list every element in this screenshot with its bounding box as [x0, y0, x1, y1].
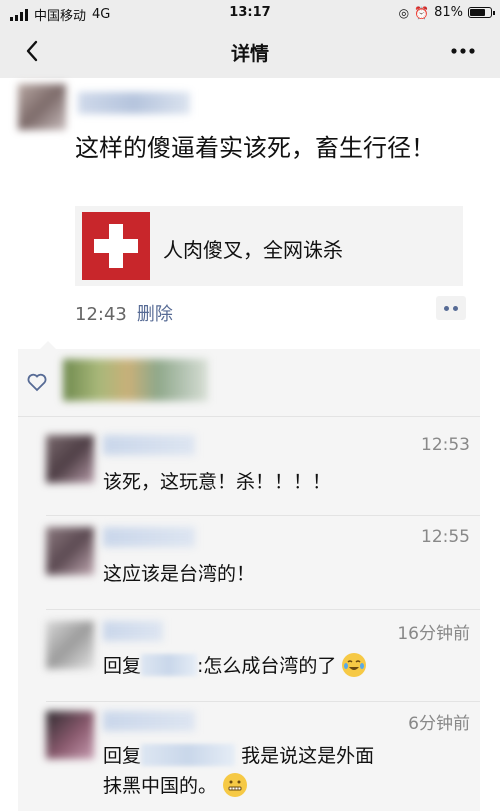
alarm-icon: ⏰ — [414, 5, 430, 20]
nav-bar: 详情 — [0, 26, 500, 78]
liker-avatars[interactable] — [63, 359, 208, 401]
likes-row — [18, 349, 480, 417]
commenter-name[interactable] — [103, 527, 195, 547]
zipper-mouth-emoji-icon — [223, 773, 248, 797]
battery-icon — [468, 7, 495, 18]
post-time: 12:43 — [75, 304, 127, 325]
reply-text: :怎么成台湾的了 — [197, 655, 337, 677]
comment-item[interactable]: 12:53 该死，这玩意！杀！！！！ — [18, 429, 480, 515]
reply-text-continued: 抹黑中国的。 — [103, 775, 218, 797]
comment-text: 该死，这玩意！杀！！！！ — [103, 471, 332, 493]
reply-prefix: 回复 — [103, 745, 142, 767]
commenter-name[interactable] — [103, 711, 195, 731]
status-bar: 中国移动 4G 13:17 ◎ ⏰ 81% — [0, 0, 500, 26]
comment-text: 回复 :怎么成台湾的了 — [103, 651, 367, 681]
comment-text: 回复 我是说这是外面 抹黑中国的。 — [103, 741, 473, 801]
post-text: 这样的傻逼着实该死，畜生行径！ — [75, 134, 435, 162]
heart-icon — [27, 373, 47, 392]
author-name[interactable] — [78, 92, 190, 114]
commenter-name[interactable] — [103, 435, 195, 455]
shared-link-card[interactable]: 人肉傻叉，全网诛杀 — [75, 206, 463, 286]
comment-time: 16分钟前 — [397, 624, 470, 644]
comment-divider — [46, 515, 480, 516]
delete-button[interactable]: 删除 — [137, 304, 173, 325]
comment-divider — [46, 701, 480, 702]
link-title: 人肉傻叉，全网诛杀 — [163, 238, 343, 262]
commenter-avatar[interactable] — [46, 527, 94, 575]
commenter-avatar[interactable] — [46, 621, 94, 669]
comment-item[interactable]: 6分钟前 回复 我是说这是外面 抹黑中国的。 — [18, 705, 480, 811]
comment-action-button[interactable] — [436, 296, 466, 320]
more-button[interactable] — [448, 38, 478, 64]
comment-item[interactable]: 16分钟前 回复 :怎么成台湾的了 — [18, 615, 480, 699]
reply-target-name[interactable] — [141, 654, 198, 676]
location-icon: ◎ — [398, 5, 410, 20]
link-thumbnail — [82, 212, 150, 280]
reply-text: 我是说这是外面 — [241, 745, 375, 767]
more-dots-icon — [451, 48, 475, 54]
comment-time: 12:53 — [421, 435, 470, 455]
reply-prefix: 回复 — [103, 655, 142, 677]
comment-time: 6分钟前 — [408, 714, 470, 734]
comment-time: 12:55 — [421, 527, 470, 547]
tears-of-joy-emoji-icon — [342, 653, 367, 677]
comment-item[interactable]: 12:55 这应该是台湾的！ — [18, 521, 480, 607]
comment-divider — [46, 609, 480, 610]
comments-section: 12:53 该死，这玩意！杀！！！！ 12:55 这应该是台湾的！ 16分钟前 … — [18, 341, 480, 811]
page-title: 详情 — [230, 43, 269, 65]
moments-post: 这样的傻逼着实该死，畜生行径！ 人肉傻叉，全网诛杀 12:43 删除 — [0, 78, 500, 343]
author-avatar[interactable] — [18, 84, 66, 130]
commenter-name[interactable] — [103, 621, 163, 641]
comment-text: 这应该是台湾的！ — [103, 563, 256, 585]
reply-target-name[interactable] — [141, 744, 236, 766]
commenter-avatar[interactable] — [46, 435, 94, 483]
post-meta: 12:43 删除 — [75, 300, 173, 326]
commenter-avatar[interactable] — [46, 711, 94, 759]
battery-percent: 81% — [434, 5, 463, 20]
